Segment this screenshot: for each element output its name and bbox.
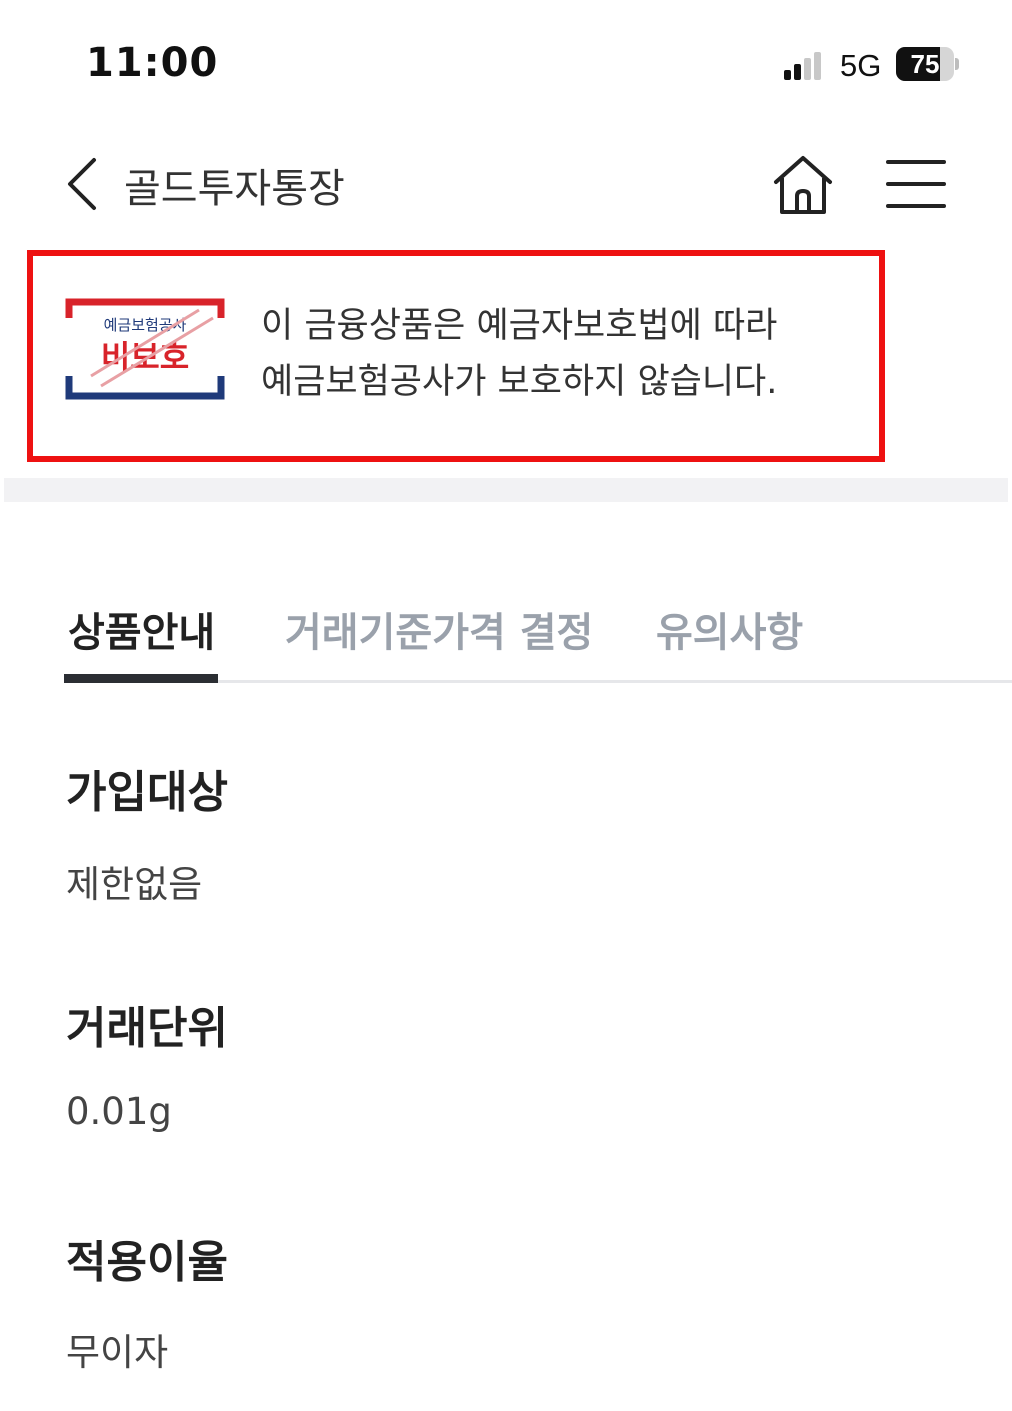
interest-rate-title: 적용이율 bbox=[66, 1237, 228, 1288]
notice-line-2: 예금보험공사가 보호하지 않습니다. bbox=[261, 362, 778, 402]
network-type: 5G bbox=[840, 48, 882, 83]
battery-icon: 75 bbox=[896, 47, 959, 81]
tab-precautions[interactable]: 유의사항 bbox=[656, 600, 803, 658]
menu-icon[interactable] bbox=[884, 158, 948, 210]
tab-bar-divider bbox=[218, 680, 1012, 683]
home-icon[interactable] bbox=[770, 152, 836, 218]
trade-unit-title: 거래단위 bbox=[66, 1003, 228, 1054]
page-title: 골드투자통장 bbox=[124, 166, 345, 212]
status-bar: 11:00 5G 75 bbox=[0, 0, 1012, 120]
app-header: 골드투자통장 bbox=[0, 140, 1012, 240]
status-time: 11:00 bbox=[86, 40, 219, 86]
eligibility-value: 제한없음 bbox=[66, 863, 203, 906]
trade-unit-value: 0.01g bbox=[66, 1090, 172, 1133]
notice-text: 이 금융상품은 예금자보호법에 따라 예금보험공사가 보호하지 않습니다. bbox=[261, 298, 777, 410]
notice-line-1: 이 금융상품은 예금자보호법에 따라 bbox=[261, 306, 778, 346]
tab-price-determination[interactable]: 거래기준가격 결정 bbox=[285, 600, 593, 658]
back-icon[interactable] bbox=[58, 154, 108, 214]
battery-percent: 75 bbox=[910, 49, 940, 79]
deposit-protection-notice: 예금보험공사 비보호 이 금융상품은 예금자보호법에 따라 예금보험공사가 보호… bbox=[27, 250, 885, 462]
eligibility-title: 가입대상 bbox=[66, 767, 228, 818]
section-divider bbox=[4, 478, 1008, 502]
tab-product-info[interactable]: 상품안내 bbox=[68, 600, 215, 658]
non-protected-badge: 예금보험공사 비보호 bbox=[65, 298, 225, 400]
active-tab-indicator bbox=[64, 674, 218, 683]
tab-bar: 상품안내 거래기준가격 결정 유의사항 bbox=[0, 590, 1012, 684]
signal-icon bbox=[784, 52, 821, 80]
interest-rate-value: 무이자 bbox=[66, 1331, 169, 1374]
